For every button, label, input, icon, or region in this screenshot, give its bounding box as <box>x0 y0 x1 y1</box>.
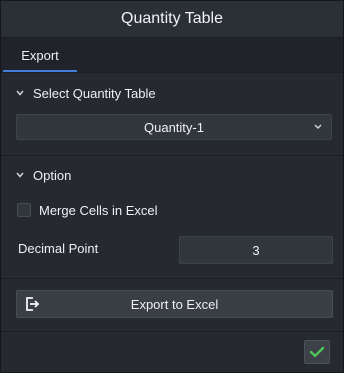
tab-bar: Export <box>1 38 343 73</box>
select-quantity-table-header[interactable]: Select Quantity Table <box>1 81 343 105</box>
panel-title-text: Quantity Table <box>121 10 223 27</box>
merge-cells-label: Merge Cells in Excel <box>39 202 158 218</box>
option-section: Option Merge Cells in Excel Decimal Poin… <box>1 156 343 279</box>
export-to-excel-label: Export to Excel <box>130 296 219 312</box>
export-to-excel-button[interactable]: Export to Excel <box>16 290 333 318</box>
decimal-point-input[interactable] <box>179 236 333 264</box>
merge-cells-row: Merge Cells in Excel <box>17 201 158 219</box>
quantity-table-panel: Quantity Table Export Select Quantity Ta… <box>0 0 344 373</box>
check-icon <box>309 346 325 358</box>
ok-button[interactable] <box>304 340 330 364</box>
panel-title: Quantity Table <box>1 1 343 38</box>
option-label: Option <box>33 167 72 183</box>
chevron-down-icon <box>314 124 322 129</box>
tab-export[interactable]: Export <box>3 38 77 72</box>
quantity-table-dropdown[interactable]: Quantity-1 <box>16 114 332 140</box>
select-quantity-table-label: Select Quantity Table <box>33 85 156 101</box>
export-icon <box>26 297 40 311</box>
chevron-down-icon <box>15 88 25 98</box>
chevron-down-icon <box>15 170 25 180</box>
quantity-table-selected-value: Quantity-1 <box>144 119 204 135</box>
export-section: Export to Excel <box>1 279 343 332</box>
tab-export-label: Export <box>21 47 59 63</box>
select-quantity-table-section: Select Quantity Table Quantity-1 <box>1 73 343 156</box>
merge-cells-checkbox[interactable] <box>17 203 31 217</box>
option-header[interactable]: Option <box>1 163 343 187</box>
decimal-point-label: Decimal Point <box>18 241 99 256</box>
